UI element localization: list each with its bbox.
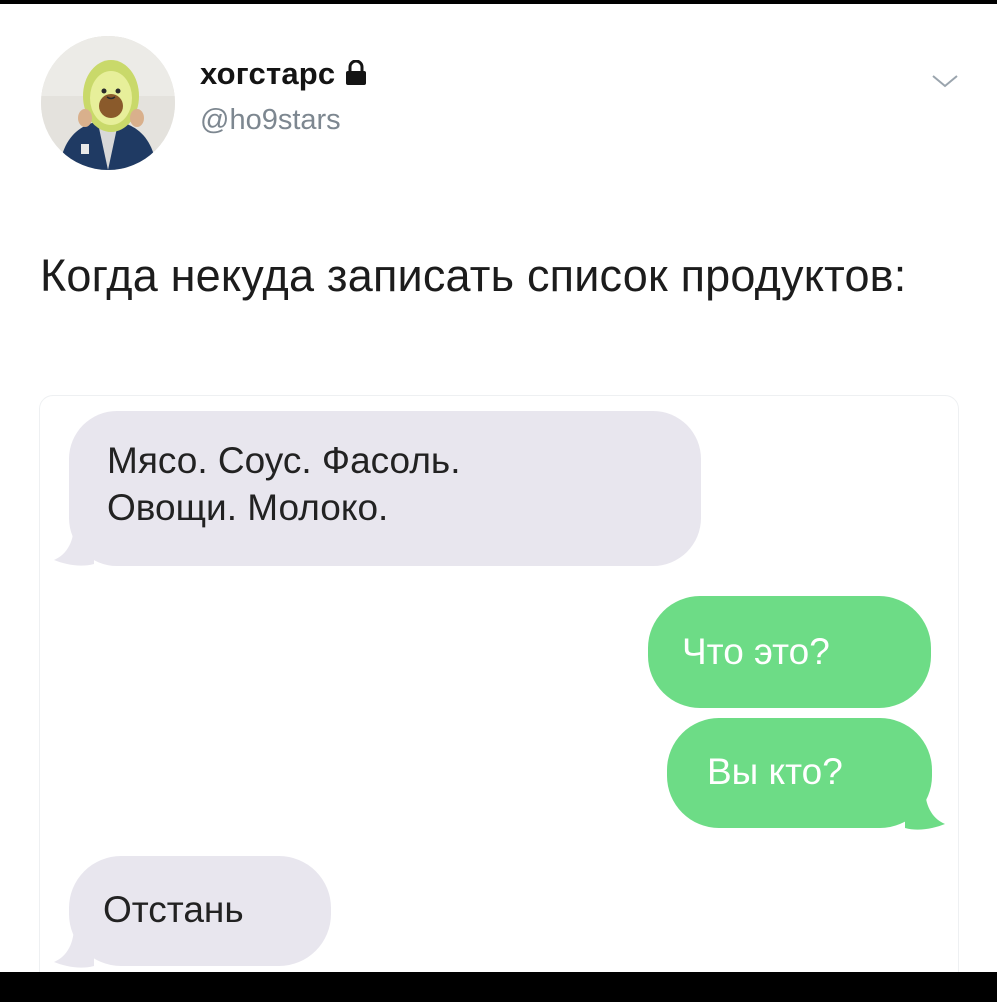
attached-image[interactable]: Мясо. Соус. Фасоль. Овощи. Молоко. Что э… — [39, 395, 959, 987]
message-text: Мясо. Соус. Фасоль. — [107, 440, 461, 481]
message-bubble-outgoing: Что это? — [648, 596, 931, 708]
message-bubble-incoming: Отстань — [69, 856, 331, 966]
display-name[interactable]: хогстарс — [200, 54, 367, 94]
display-name-text: хогстарс — [200, 56, 336, 91]
message-text: Овощи. Молоко. — [107, 487, 389, 528]
message-text: Что это? — [682, 631, 830, 672]
avatar[interactable] — [41, 36, 175, 170]
lock-icon — [345, 58, 367, 94]
tweet-text: Когда некуда записать список продуктов: — [40, 250, 907, 301]
message-text: Вы кто? — [707, 751, 843, 792]
message-text: Отстань — [103, 889, 244, 930]
chevron-down-icon[interactable] — [928, 70, 962, 92]
top-border — [0, 0, 997, 4]
bottom-border — [0, 972, 997, 1002]
message-bubble-outgoing: Вы кто? — [667, 718, 932, 828]
message-bubble-incoming: Мясо. Соус. Фасоль. Овощи. Молоко. — [69, 411, 701, 566]
username-handle[interactable]: @ho9stars — [200, 104, 341, 137]
